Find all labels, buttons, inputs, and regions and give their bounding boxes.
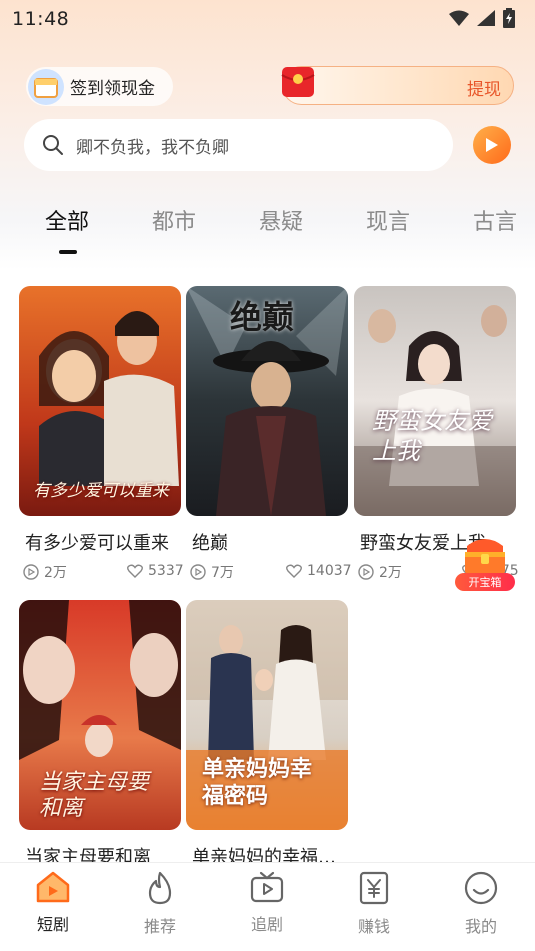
poster-title-text: 绝巅 — [230, 298, 295, 336]
flame-icon — [148, 871, 172, 905]
category-tabs: 全部 都市 悬疑 现言 古言 — [0, 200, 535, 260]
signin-label: 签到领现金 — [70, 79, 155, 99]
poster-title-text: 有多少爱可以重来 — [33, 481, 169, 501]
bottom-navigation: 短剧 推荐 追剧 赚钱 我的 — [0, 862, 535, 951]
drama-card[interactable]: 野蛮女友爱上我 野蛮女友爱上我 2万 1175 — [354, 286, 519, 581]
drama-title[interactable]: 绝巅 — [192, 529, 228, 555]
poster-title-text: 当家主母要和离 — [39, 770, 150, 821]
view-count: 7万 — [190, 562, 234, 582]
like-count-value: 14037 — [307, 563, 352, 579]
drama-poster[interactable]: 单亲妈妈幸福密码 — [186, 600, 348, 830]
drama-card[interactable]: 当家主母要和离 当家主母要和离 — [19, 600, 181, 868]
nav-item-shortdrama[interactable]: 短剧 — [13, 871, 93, 935]
tab-modern-romance[interactable]: 现言 — [366, 204, 410, 236]
tv-play-icon — [250, 871, 284, 903]
status-bar: 11:48 — [0, 0, 535, 38]
view-count: 2万 — [358, 562, 402, 582]
play-count-icon — [23, 564, 39, 580]
search-placeholder: 卿不负我，我不负卿 — [76, 137, 229, 158]
search-input[interactable]: 卿不负我，我不负卿 — [24, 119, 453, 171]
view-count: 2万 — [23, 562, 67, 582]
view-count-value: 7万 — [211, 565, 234, 581]
battery-icon — [503, 8, 515, 28]
heart-icon — [127, 564, 143, 578]
status-icons — [449, 8, 515, 28]
calendar-icon — [28, 68, 64, 105]
view-count-value: 2万 — [379, 565, 402, 581]
drama-card[interactable]: 单亲妈妈幸福密码 单亲妈妈的幸福… — [186, 600, 348, 868]
nav-item-earn[interactable]: 赚钱 — [334, 871, 414, 937]
treasure-label: 开宝箱 — [455, 573, 515, 591]
play-icon — [486, 138, 498, 152]
nav-label: 追剧 — [250, 915, 283, 934]
nav-label: 赚钱 — [357, 917, 390, 936]
drama-poster[interactable]: 当家主母要和离 — [19, 600, 181, 830]
play-count-icon — [358, 564, 374, 580]
home-tv-icon — [36, 871, 70, 903]
nav-label: 我的 — [464, 917, 497, 936]
tab-all[interactable]: 全部 — [45, 204, 89, 236]
nav-label: 推荐 — [143, 917, 176, 936]
nav-item-following[interactable]: 追剧 — [227, 871, 307, 935]
drama-poster[interactable]: 有多少爱可以重来 — [19, 286, 181, 516]
poster-title-text: 单亲妈妈幸福密码 — [202, 757, 313, 809]
like-count: 5337 — [127, 563, 184, 579]
red-packet-icon — [281, 67, 315, 97]
view-count-value: 2万 — [44, 565, 67, 581]
nav-item-recommend[interactable]: 推荐 — [120, 871, 200, 937]
wifi-icon — [449, 10, 469, 26]
treasure-box-button[interactable]: 开宝箱 — [455, 532, 517, 592]
drama-card[interactable]: 有多少爱可以重来 有多少爱可以重来 2万 5337 — [19, 286, 184, 581]
withdraw-bar[interactable]: 提现 — [281, 66, 514, 105]
signal-icon — [477, 10, 495, 26]
like-count-value: 5337 — [148, 563, 184, 579]
withdraw-label[interactable]: 提现 — [467, 75, 501, 100]
drama-poster[interactable]: 绝巅 — [186, 286, 348, 516]
play-count-icon — [190, 564, 206, 580]
poster-title-text: 野蛮女友爱上我 — [372, 407, 492, 465]
drama-card[interactable]: 绝巅 绝巅 7万 14037 — [186, 286, 352, 581]
signin-button[interactable]: 签到领现金 — [26, 67, 173, 106]
search-icon — [43, 135, 63, 155]
yuan-icon — [359, 871, 389, 905]
status-time: 11:48 — [12, 8, 70, 30]
tab-suspense[interactable]: 悬疑 — [259, 204, 303, 236]
tab-ancient-romance[interactable]: 古言 — [473, 204, 517, 236]
smile-icon — [464, 871, 498, 905]
drama-title[interactable]: 有多少爱可以重来 — [25, 529, 169, 555]
drama-poster[interactable]: 野蛮女友爱上我 — [354, 286, 516, 516]
play-button[interactable] — [473, 126, 511, 164]
heart-icon — [286, 564, 302, 578]
like-count: 14037 — [286, 563, 352, 579]
nav-label: 短剧 — [36, 915, 69, 934]
tab-urban[interactable]: 都市 — [152, 204, 196, 236]
treasure-chest-icon — [465, 539, 505, 574]
active-tab-indicator — [59, 250, 77, 254]
nav-item-profile[interactable]: 我的 — [441, 871, 521, 937]
